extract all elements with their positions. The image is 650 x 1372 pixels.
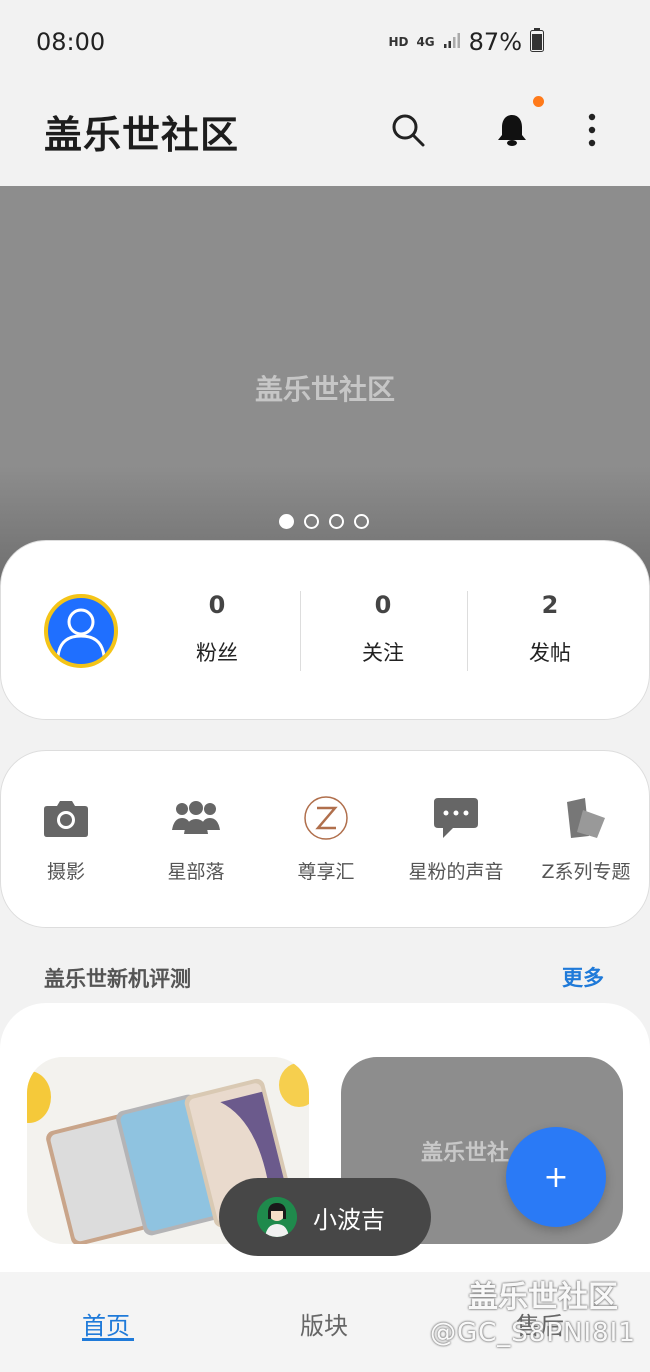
watermark-title: 盖乐世社区 xyxy=(468,1280,618,1315)
shortcut-label: 星粉的声音 xyxy=(408,861,504,883)
z-premier-icon xyxy=(301,793,351,843)
status-time: 08:00 xyxy=(36,28,106,56)
banner-text: 盖乐世社区 xyxy=(254,373,395,406)
avatar[interactable] xyxy=(44,594,118,668)
stat-posts[interactable]: 2 发帖 xyxy=(467,591,633,667)
shortcut-premier[interactable]: 尊享汇 xyxy=(261,793,391,884)
shortcut-label: Z系列专题 xyxy=(541,861,631,883)
carousel-dot[interactable] xyxy=(354,514,369,529)
following-count: 0 xyxy=(374,591,392,619)
banner-carousel[interactable]: 盖乐世社区 xyxy=(0,186,650,586)
carousel-dot[interactable] xyxy=(304,514,319,529)
more-link[interactable]: 更多 xyxy=(562,962,604,992)
signal-icon xyxy=(443,31,461,53)
nav-active-indicator xyxy=(82,1338,134,1341)
user-icon xyxy=(56,608,106,657)
app-bar: 盖乐世社区 xyxy=(0,86,650,186)
notifications-button[interactable] xyxy=(490,108,534,152)
status-indicators: HD 4G 87% xyxy=(388,28,544,56)
nav-home[interactable]: 首页 xyxy=(82,1306,130,1341)
shortcut-photography[interactable]: 摄影 xyxy=(1,793,131,884)
carousel-dots xyxy=(279,514,369,529)
carousel-dot[interactable] xyxy=(279,514,294,529)
hd-indicator: HD xyxy=(388,35,409,49)
bell-icon xyxy=(498,115,526,146)
more-vertical-icon xyxy=(588,113,596,147)
search-icon xyxy=(392,114,425,147)
toast-text: 小波吉 xyxy=(313,1205,385,1234)
chat-bubble-icon xyxy=(431,793,481,843)
notification-dot xyxy=(533,96,544,107)
network-indicator: 4G xyxy=(416,34,435,49)
followers-label: 粉丝 xyxy=(196,641,238,665)
search-button[interactable] xyxy=(386,108,430,152)
posts-count: 2 xyxy=(541,591,559,619)
shortcut-label: 摄影 xyxy=(46,861,85,883)
z-series-icon xyxy=(561,793,611,843)
posts-label: 发帖 xyxy=(529,641,571,665)
camera-icon xyxy=(41,793,91,843)
app-title: 盖乐世社区 xyxy=(44,113,240,157)
assistant-avatar xyxy=(257,1197,297,1237)
stat-following[interactable]: 0 关注 xyxy=(300,591,466,667)
more-options-button[interactable] xyxy=(570,108,614,152)
shortcut-z-series[interactable]: Z系列专题 xyxy=(521,793,650,884)
placeholder-text: 盖乐世社 xyxy=(421,1141,510,1166)
shortcut-card: 摄影 星部落 尊享汇 星粉的声音 Z系列专题 xyxy=(0,750,650,928)
profile-card: 0 粉丝 0 关注 2 发帖 xyxy=(0,540,650,720)
shortcut-label: 星部落 xyxy=(167,861,225,883)
status-bar: 08:00 HD 4G 87% xyxy=(0,0,650,86)
create-post-button[interactable]: + xyxy=(506,1127,606,1227)
followers-count: 0 xyxy=(208,591,226,619)
battery-percent: 87% xyxy=(468,28,522,56)
carousel-dot[interactable] xyxy=(329,514,344,529)
group-icon xyxy=(171,793,221,843)
plus-icon: + xyxy=(543,1159,569,1195)
shortcut-label: 尊享汇 xyxy=(297,861,355,883)
shortcut-star-tribe[interactable]: 星部落 xyxy=(131,793,261,884)
shortcut-fan-voice[interactable]: 星粉的声音 xyxy=(391,793,521,884)
section-title: 盖乐世新机评测 xyxy=(44,967,191,991)
assistant-toast[interactable]: 小波吉 xyxy=(219,1178,431,1256)
stat-followers[interactable]: 0 粉丝 xyxy=(134,591,300,667)
battery-icon xyxy=(530,28,544,56)
nav-boards[interactable]: 版块 xyxy=(300,1306,348,1341)
following-label: 关注 xyxy=(362,641,404,665)
watermark-handle: @GC_S8PNI8I1 xyxy=(430,1318,636,1348)
